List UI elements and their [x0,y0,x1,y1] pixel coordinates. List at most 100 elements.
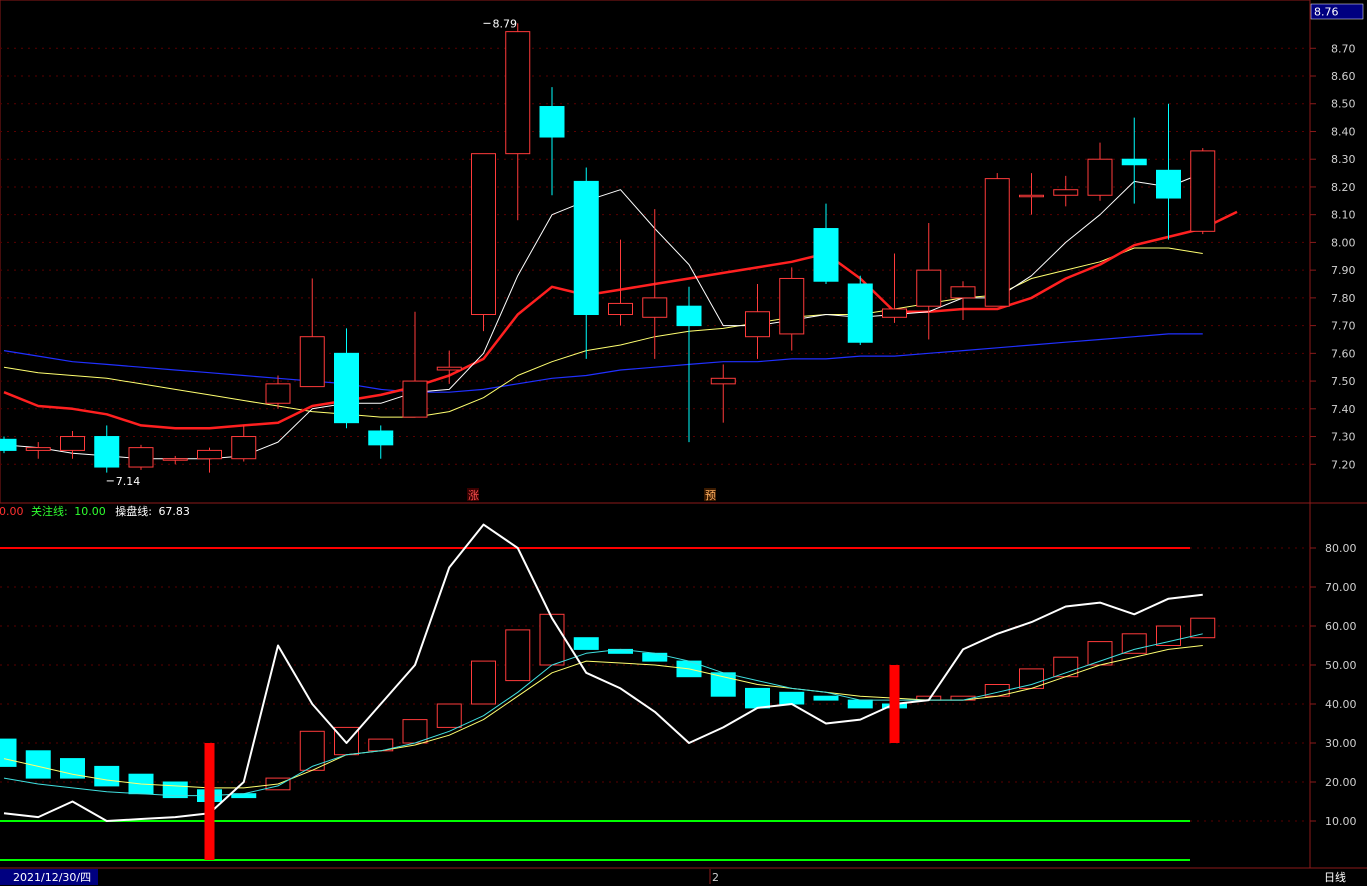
indicator-tick-label: 70.00 [1325,581,1357,594]
candle-up [642,297,668,318]
chart-canvas: 7.20 7.30 7.40 7.50 7.60 7.70 7.80 7.90 8.00 8.10… [0,0,1367,885]
legend-value-3: 67.83 [158,505,190,518]
indicator-candles [0,613,1216,802]
price-tick-label: 7.90 [1331,264,1356,277]
bottom-mid-label: 2 [712,871,719,884]
price-tick-label: 7.50 [1331,375,1356,388]
price-tick-label: 8.00 [1331,236,1356,249]
candle-down [1121,158,1147,166]
price-tick-label: 7.60 [1331,347,1356,360]
current-price-label: 8.76 [1314,6,1339,19]
indicator-candle-up [505,629,531,682]
rise-marker: 涨 [468,489,479,502]
candle-up [1190,150,1216,232]
price-annotation: 8.79 [493,17,518,30]
price-axis: 7.20 7.30 7.40 7.50 7.60 7.70 7.80 7.90 8.00 8.10… [1310,42,1356,471]
indicator-candle-up [539,613,565,666]
price-tick-label: 7.20 [1331,458,1356,471]
candle-down [368,430,394,446]
price-tick-label: 8.50 [1331,98,1356,111]
indicator-yellow-line [3,645,1203,789]
price-annotations: 8.79 7.14 [106,17,518,488]
indicator-tick-label: 50.00 [1325,659,1357,672]
candle-up [25,447,51,451]
indicator-candle-up [471,660,496,705]
price-tick-label: 7.70 [1331,320,1356,333]
indicator-candle-down [642,652,668,662]
candle-down [0,438,17,451]
indicator-candle-down [779,691,805,705]
indicator-tick-label: 80.00 [1325,542,1357,555]
indicator-candle-up [1190,617,1216,639]
indicator-legend: 80.00 关注线: 10.00 操盘线: 67.83 [0,504,190,518]
candle-up [882,308,907,318]
indicator-tick-label: 40.00 [1325,698,1357,711]
candle-up [128,447,154,468]
indicator-candle-up [1156,625,1181,646]
indicator-candle-down [0,738,17,767]
indicator-signal-bar [204,743,215,860]
candle-up [299,336,325,388]
ma-yellow-line [3,247,1203,418]
candle-up [265,383,291,404]
candle-up [1019,194,1044,198]
candle-up [608,302,633,316]
price-tick-label: 8.10 [1331,209,1356,222]
candle-up [984,178,1010,307]
candle-up [471,153,496,316]
indicator-candle-up [436,703,462,728]
candle-up [505,31,531,155]
indicator-tick-label: 10.00 [1325,815,1357,828]
indicator-candle-down [94,765,120,787]
pre-marker: 预 [705,489,716,502]
legend-name-2: 关注线: [31,504,68,518]
period-label[interactable]: 日线 [1324,870,1346,884]
candle-down [813,228,839,282]
indicator-tick-label: 60.00 [1325,620,1357,633]
indicator-candle-up [334,726,359,756]
indicator-cyan-line [3,633,1203,797]
ma-white-line [3,172,1203,460]
legend-value-1: 80.00 [0,505,24,518]
indicator-candle-down [745,687,770,709]
candle-up [1053,189,1079,196]
price-tick-label: 8.70 [1331,42,1356,55]
price-tick-label: 7.80 [1331,292,1356,305]
price-tick-label: 7.40 [1331,403,1356,416]
ma-blue-line [3,333,1203,393]
candle-up [197,449,222,460]
price-tick-label: 8.60 [1331,70,1356,83]
candle-down [539,106,565,138]
candle-up [231,436,257,460]
candle-up [710,377,736,385]
legend-name-3: 操盘线: [115,504,152,518]
indicator-candle-down [847,699,873,709]
candle-up [916,269,942,307]
date-label: 2021/12/30/四 [13,871,91,884]
candle-up [1087,158,1113,196]
price-tick-label: 8.20 [1331,181,1356,194]
legend-value-2: 10.00 [74,505,106,518]
indicator-signal-bar [889,665,900,743]
candle-up [60,436,85,451]
candle-up [402,380,428,418]
price-candles [0,23,1216,473]
candle-down [94,436,120,468]
candle-up [779,277,805,335]
candle-up [745,311,770,338]
indicator-candle-up [1121,633,1147,654]
candle-down [334,352,359,424]
indicator-candle-up [402,719,428,744]
price-tick-label: 8.30 [1331,153,1356,166]
indicator-tick-label: 30.00 [1325,737,1357,750]
indicator-candle-down [813,695,839,701]
indicator-candle-down [573,637,599,650]
candle-down [676,305,702,327]
indicator-tick-label: 20.00 [1325,776,1357,789]
candle-up [950,286,976,299]
price-annotation: 7.14 [116,475,141,488]
indicator-candle-up [299,730,325,771]
candle-up [436,366,462,371]
candle-down [847,283,873,343]
indicator-grid [0,547,1310,822]
